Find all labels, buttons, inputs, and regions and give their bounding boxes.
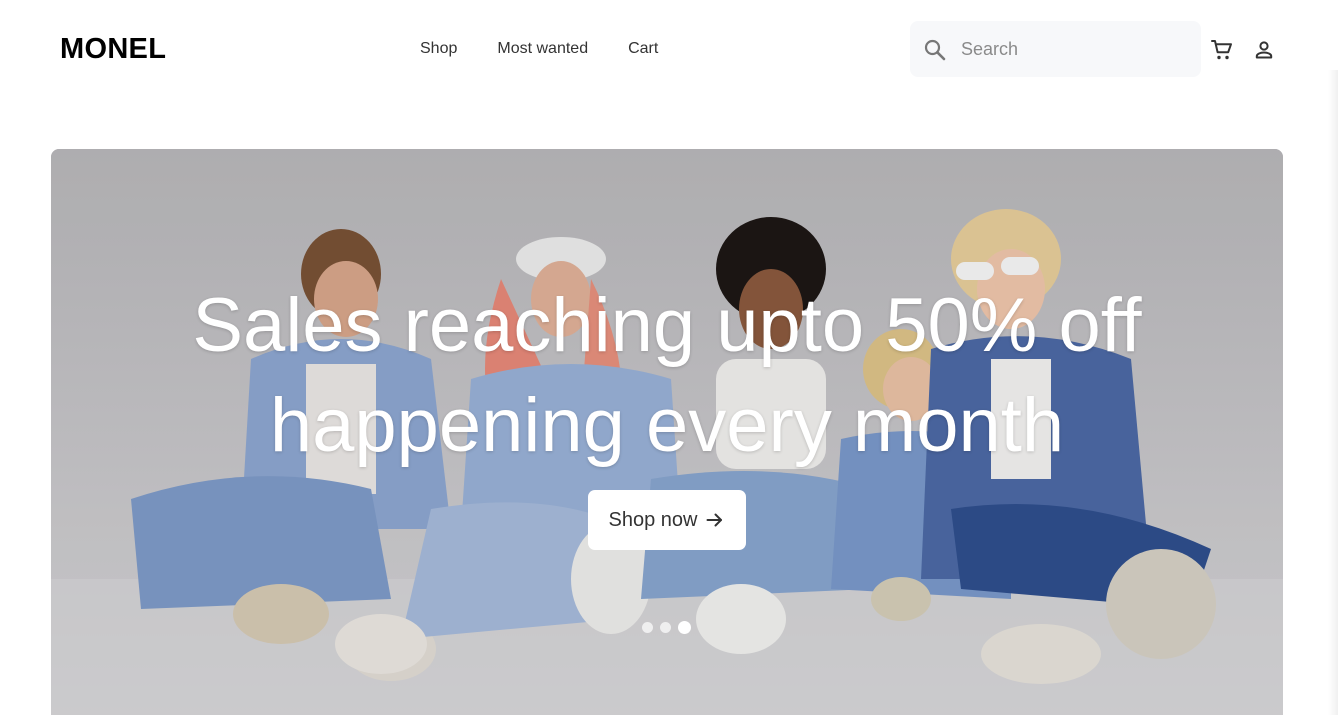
hero-title: Sales reaching upto 50% off happening ev…	[192, 283, 1142, 468]
cart-icon[interactable]	[1210, 38, 1234, 62]
brand-logo[interactable]: MONEL	[60, 30, 166, 68]
carousel-dot-1[interactable]	[642, 622, 653, 633]
search-box[interactable]	[910, 21, 1201, 77]
nav-link-most-wanted[interactable]: Most wanted	[497, 39, 588, 59]
main-nav: Shop Most wanted Cart	[420, 39, 658, 59]
nav-link-cart[interactable]: Cart	[628, 39, 658, 59]
site-header: MONEL Shop Most wanted Cart	[0, 0, 1338, 100]
carousel-dot-2[interactable]	[660, 622, 671, 633]
hero-banner: Sales reaching upto 50% off happening ev…	[51, 149, 1283, 715]
scrollbar-edge	[1328, 70, 1338, 715]
nav-link-shop[interactable]: Shop	[420, 39, 457, 59]
shop-now-button[interactable]: Shop now	[588, 490, 746, 550]
arrow-right-icon	[706, 513, 723, 527]
search-icon[interactable]	[923, 38, 947, 62]
user-icon[interactable]	[1253, 39, 1275, 61]
carousel-indicators	[642, 621, 691, 634]
carousel-dot-3[interactable]	[678, 621, 691, 634]
search-input[interactable]	[961, 35, 1191, 63]
shop-now-label: Shop now	[608, 508, 698, 531]
